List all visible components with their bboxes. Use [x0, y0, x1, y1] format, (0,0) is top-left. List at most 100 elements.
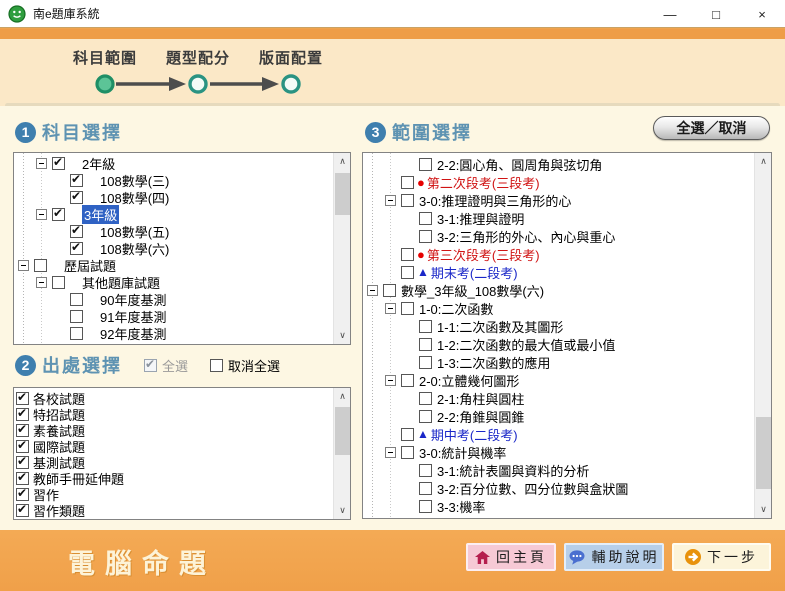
tree-row[interactable]: 108數學(六): [14, 240, 333, 257]
tree-label[interactable]: 2-0:立體幾何圖形: [419, 371, 519, 390]
tree-checkbox[interactable]: [70, 242, 83, 255]
tree-row[interactable]: 歷屆試題: [14, 257, 333, 274]
tree-checkbox[interactable]: [52, 157, 65, 170]
tree-row[interactable]: 2-0:立體幾何圖形: [363, 371, 754, 389]
tree-row[interactable]: 3-0:統計與機率: [363, 443, 754, 461]
tree-checkbox[interactable]: [401, 374, 414, 387]
tree-label[interactable]: 1-2:二次函數的最大值或最小值: [437, 335, 615, 354]
tree-row[interactable]: 其他題庫試題: [14, 274, 333, 291]
collapse-icon[interactable]: [385, 303, 396, 314]
tree-row[interactable]: 2-1:角柱與圓柱: [363, 389, 754, 407]
scrollbar[interactable]: ∧ ∨: [333, 153, 350, 344]
list-item[interactable]: 習作類題: [14, 502, 333, 518]
tree-label[interactable]: 期末考(二段考): [431, 263, 518, 282]
tree-row[interactable]: 3年級: [14, 206, 333, 223]
tree-checkbox[interactable]: [70, 310, 83, 323]
tree-checkbox[interactable]: [70, 293, 83, 306]
tree-row[interactable]: 1-1:二次函數及其圖形: [363, 317, 754, 335]
collapse-icon[interactable]: [385, 447, 396, 458]
scrollbar-thumb[interactable]: [335, 407, 350, 455]
tree-checkbox[interactable]: [401, 194, 414, 207]
scroll-up-icon[interactable]: ∧: [334, 388, 351, 405]
maximize-button[interactable]: □: [693, 0, 739, 28]
list-checkbox[interactable]: [16, 408, 29, 421]
tree-checkbox[interactable]: [401, 446, 414, 459]
tree-label[interactable]: 3-0:統計與機率: [419, 443, 506, 462]
tree-row[interactable]: 108數學(四): [14, 189, 333, 206]
tree-label[interactable]: 2-2:角錐與圓錐: [437, 407, 524, 426]
list-checkbox[interactable]: [16, 440, 29, 453]
tree-checkbox[interactable]: [401, 428, 414, 441]
scroll-up-icon[interactable]: ∧: [334, 153, 351, 170]
tree-row[interactable]: 2-2:角錐與圓錐: [363, 407, 754, 425]
tree-checkbox[interactable]: [401, 248, 414, 261]
list-checkbox[interactable]: [16, 488, 29, 501]
tree-checkbox[interactable]: [70, 174, 83, 187]
close-button[interactable]: ×: [739, 0, 785, 28]
collapse-icon[interactable]: [36, 158, 47, 169]
tree-checkbox[interactable]: [34, 259, 47, 272]
home-button[interactable]: 回主頁: [466, 543, 556, 571]
tree-row[interactable]: 1-3:二次函數的應用: [363, 353, 754, 371]
tree-label[interactable]: 1-0:二次函數: [419, 299, 493, 318]
tree-label[interactable]: 1-1:二次函數及其圖形: [437, 317, 563, 336]
tree-row[interactable]: ●第三次段考(三段考): [363, 245, 754, 263]
collapse-icon[interactable]: [36, 277, 47, 288]
tree-row[interactable]: 3-1:推理與證明: [363, 209, 754, 227]
tree-checkbox[interactable]: [70, 225, 83, 238]
tree-label[interactable]: 3-3:機率: [437, 497, 485, 516]
tree-checkbox[interactable]: [419, 230, 432, 243]
collapse-icon[interactable]: [385, 375, 396, 386]
tree-label[interactable]: 2-1:角柱與圓柱: [437, 389, 524, 408]
scroll-down-icon[interactable]: ∨: [334, 327, 351, 344]
tree-checkbox[interactable]: [52, 208, 65, 221]
tree-row[interactable]: ▲期中考(二段考): [363, 425, 754, 443]
help-button[interactable]: 輔助說明: [564, 543, 664, 571]
tree-row[interactable]: 數學_3年級_108數學(六): [363, 281, 754, 299]
tree-checkbox[interactable]: [419, 410, 432, 423]
step-layout-config[interactable]: 版面配置: [236, 47, 346, 68]
collapse-icon[interactable]: [367, 285, 378, 296]
list-item[interactable]: 教師手冊延伸題: [14, 470, 333, 486]
tree-checkbox[interactable]: [401, 266, 414, 279]
scroll-down-icon[interactable]: ∨: [755, 501, 772, 518]
minimize-button[interactable]: —: [647, 0, 693, 28]
tree-row[interactable]: ●第二次段考(三段考): [363, 173, 754, 191]
tree-label[interactable]: 第二次段考(三段考): [427, 173, 540, 192]
tree-checkbox[interactable]: [70, 191, 83, 204]
tree-checkbox[interactable]: [419, 320, 432, 333]
tree-checkbox[interactable]: [401, 176, 414, 189]
tree-row[interactable]: ▲期末考(二段考): [363, 263, 754, 281]
select-all-checkbox[interactable]: [144, 359, 157, 372]
tree-checkbox[interactable]: [419, 158, 432, 171]
tree-checkbox[interactable]: [401, 302, 414, 315]
collapse-icon[interactable]: [18, 260, 29, 271]
tree-row[interactable]: 91年度基測: [14, 308, 333, 325]
collapse-icon[interactable]: [36, 209, 47, 220]
tree-checkbox[interactable]: [419, 212, 432, 225]
next-step-button[interactable]: 下一步: [672, 543, 771, 571]
tree-row[interactable]: 92年度基測: [14, 325, 333, 342]
list-checkbox[interactable]: [16, 424, 29, 437]
tree-row[interactable]: 3-1:統計表圖與資料的分析: [363, 461, 754, 479]
tree-row[interactable]: 2-2:圓心角、圓周角與弦切角: [363, 155, 754, 173]
scroll-up-icon[interactable]: ∧: [755, 153, 772, 170]
tree-row[interactable]: 108數學(五): [14, 223, 333, 240]
tree-row[interactable]: 1-2:二次函數的最大值或最小值: [363, 335, 754, 353]
deselect-all-checkbox[interactable]: [210, 359, 223, 372]
tree-label[interactable]: 1-3:二次函數的應用: [437, 353, 550, 372]
tree-row[interactable]: 108數學(三): [14, 172, 333, 189]
tree-label[interactable]: 數學_3年級_108數學(六): [401, 281, 544, 300]
tree-row[interactable]: 3-3:機率: [363, 497, 754, 515]
tree-checkbox[interactable]: [419, 356, 432, 369]
tree-checkbox[interactable]: [419, 392, 432, 405]
list-checkbox[interactable]: [16, 456, 29, 469]
tree-row[interactable]: 1-0:二次函數: [363, 299, 754, 317]
collapse-icon[interactable]: [385, 195, 396, 206]
scrollbar-thumb[interactable]: [756, 417, 771, 489]
tree-checkbox[interactable]: [383, 284, 396, 297]
tree-checkbox[interactable]: [70, 327, 83, 340]
list-checkbox[interactable]: [16, 392, 29, 405]
tree-checkbox[interactable]: [419, 338, 432, 351]
scrollbar[interactable]: ∧ ∨: [754, 153, 771, 518]
